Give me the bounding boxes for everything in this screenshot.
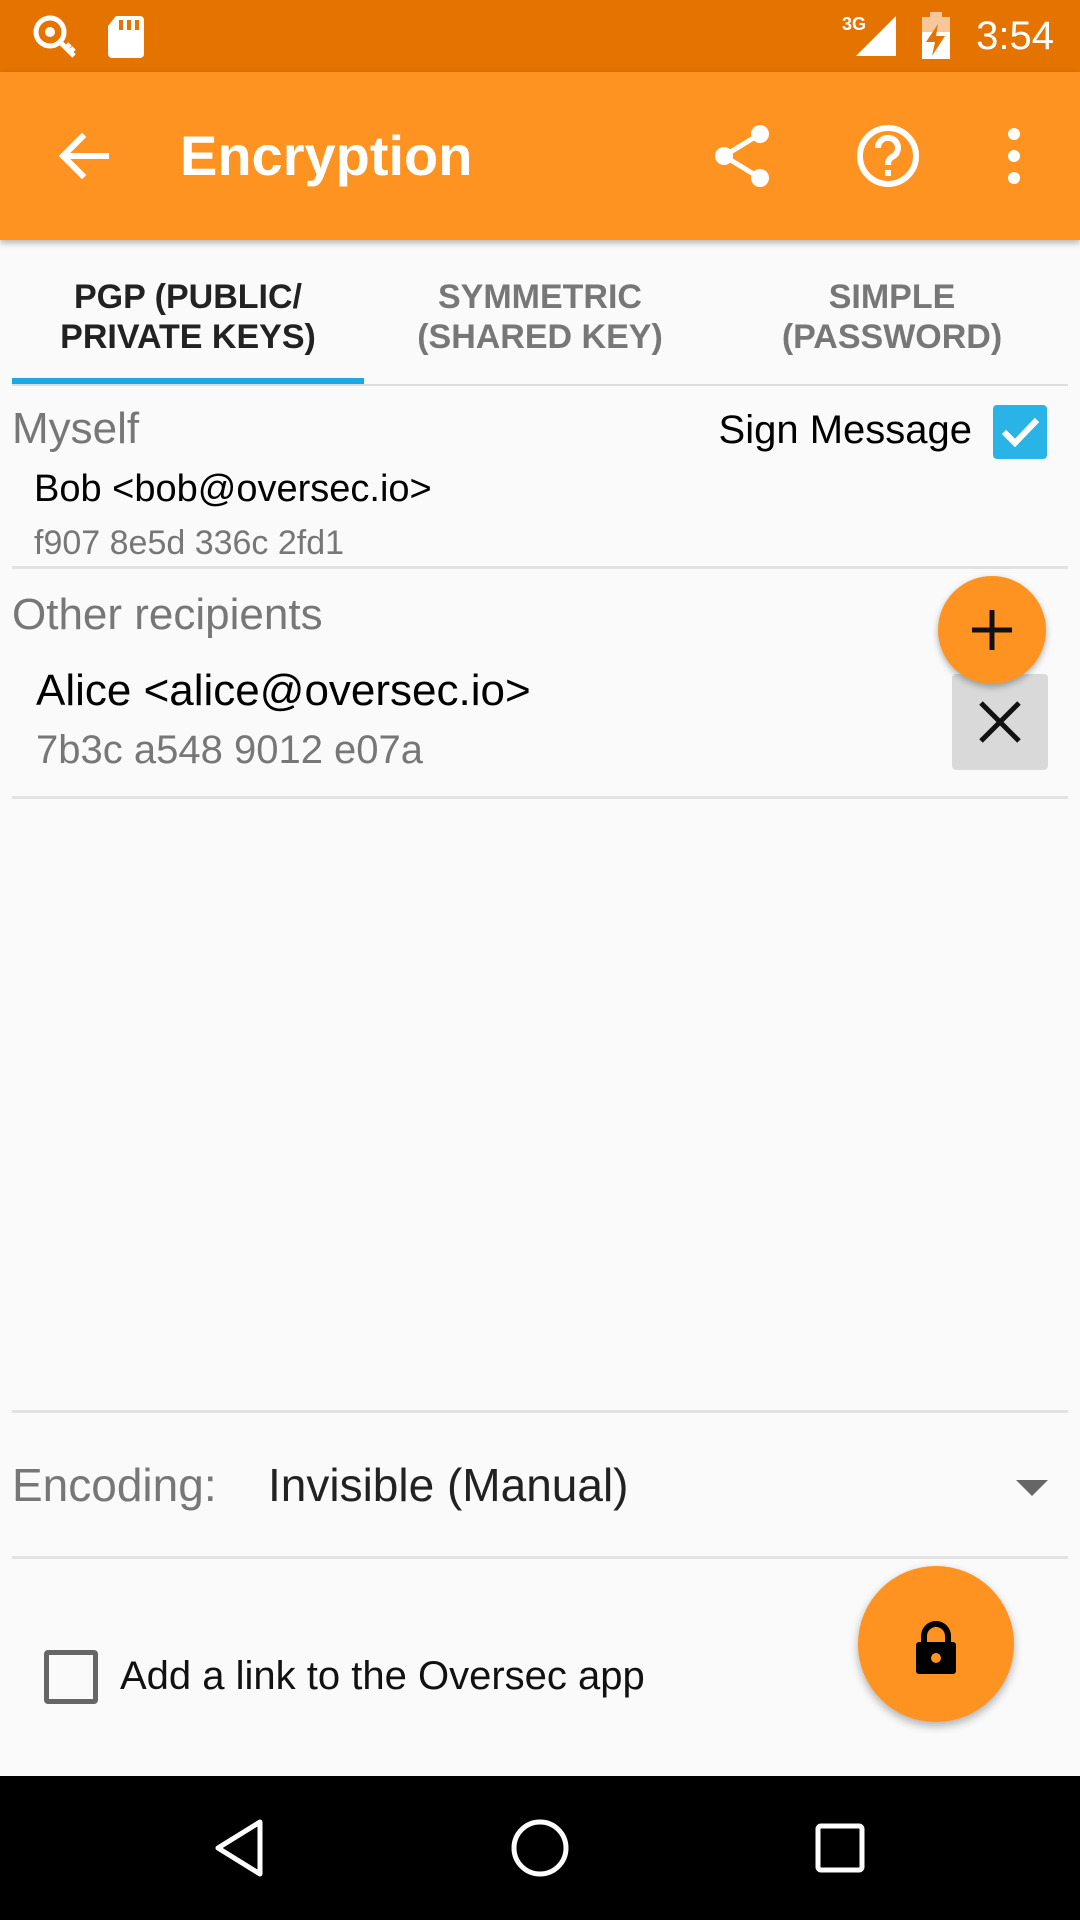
overflow-menu-icon[interactable] <box>978 120 1050 192</box>
back-arrow-icon[interactable] <box>48 120 120 192</box>
myself-divider <box>12 566 1068 569</box>
tabs-divider <box>12 384 1068 386</box>
tab-pgp[interactable]: PGP (PUBLIC/ PRIVATE KEYS) <box>12 240 364 386</box>
app-bar: Encryption <box>0 72 1080 240</box>
tab-pgp-label: PGP (PUBLIC/ PRIVATE KEYS) <box>60 277 316 357</box>
encrypt-button[interactable] <box>858 1566 1014 1722</box>
tab-simple[interactable]: SIMPLE (PASSWORD) <box>716 240 1068 386</box>
share-icon[interactable] <box>708 120 780 192</box>
signal-icon <box>852 12 900 60</box>
encoding-top-divider <box>12 1410 1068 1413</box>
myself-section-label: Myself <box>12 404 140 453</box>
myself-name: Bob <bob@oversec.io> <box>34 468 432 510</box>
tab-simple-label: SIMPLE (PASSWORD) <box>782 277 1002 357</box>
sign-message-label: Sign Message <box>718 408 972 452</box>
recipients-divider <box>12 796 1068 799</box>
tab-simple-line1: SIMPLE <box>828 278 956 316</box>
checkmark-icon <box>1001 417 1040 448</box>
plus-icon <box>972 610 1012 650</box>
tab-bar: PGP (PUBLIC/ PRIVATE KEYS) SYMMETRIC (SH… <box>12 240 1068 386</box>
add-recipient-button[interactable] <box>938 576 1046 684</box>
sd-card-icon <box>102 12 150 60</box>
battery-charging-icon <box>912 12 960 60</box>
encoding-value: Invisible (Manual) <box>268 1459 629 1511</box>
status-bar: 3G 3:54 <box>0 0 1080 72</box>
myself-key-id: f907 8e5d 336c 2fd1 <box>34 524 345 562</box>
back-triangle-icon[interactable] <box>204 1812 276 1884</box>
remove-recipient-button[interactable] <box>952 674 1048 770</box>
sign-message-checkbox[interactable] <box>993 405 1047 459</box>
tab-pgp-line2: PRIVATE KEYS) <box>60 318 316 356</box>
lock-icon <box>916 1621 956 1674</box>
recents-square-icon[interactable] <box>804 1812 876 1884</box>
page-title: Encryption <box>180 124 473 187</box>
status-time: 3:54 <box>976 14 1054 58</box>
recipients-section-label: Other recipients <box>12 590 323 639</box>
recipient-key-id: 7b3c a548 9012 e07a <box>36 728 424 772</box>
tab-symmetric-label: SYMMETRIC (SHARED KEY) <box>417 277 663 357</box>
close-icon <box>979 701 1021 743</box>
tab-symmetric-line2: (SHARED KEY) <box>417 318 663 356</box>
home-circle-icon[interactable] <box>504 1812 576 1884</box>
encoding-bottom-divider <box>12 1556 1068 1559</box>
tab-pgp-line1: PGP (PUBLIC/ <box>74 278 302 316</box>
tab-simple-line2: (PASSWORD) <box>781 318 1003 356</box>
add-link-checkbox[interactable] <box>44 1650 98 1704</box>
dropdown-arrow-icon <box>1014 1476 1050 1500</box>
encoding-label: Encoding: <box>12 1459 217 1511</box>
tab-symmetric[interactable]: SYMMETRIC (SHARED KEY) <box>364 240 716 386</box>
oversec-key-icon <box>30 12 78 60</box>
recipient-name: Alice <alice@oversec.io> <box>36 666 531 715</box>
help-icon[interactable] <box>852 120 924 192</box>
tab-symmetric-line1: SYMMETRIC <box>437 278 642 316</box>
navigation-bar <box>0 1776 1080 1920</box>
add-link-label[interactable]: Add a link to the Oversec app <box>120 1654 645 1699</box>
